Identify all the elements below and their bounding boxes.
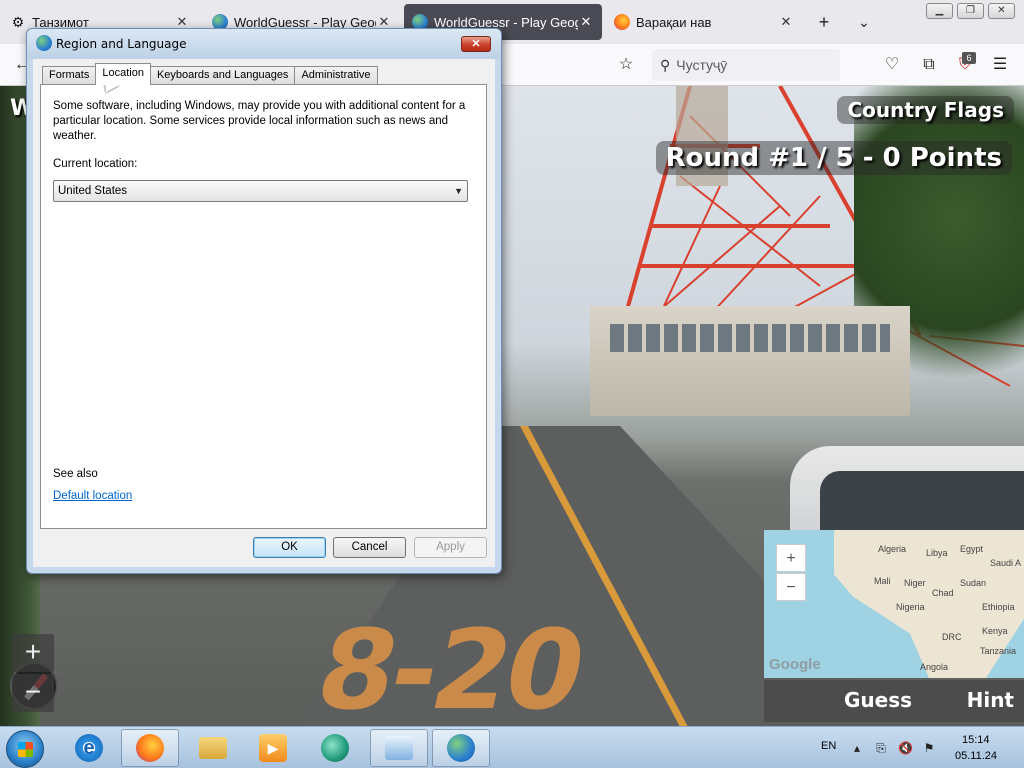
map-label: Angola [920, 662, 949, 672]
dropdown-arrow-icon: ▼ [454, 186, 463, 196]
map-label: Chad [932, 588, 954, 598]
dialog-body: Formats Location Keyboards and Languages… [33, 59, 495, 567]
map-label: Nigeria [896, 602, 925, 612]
zoom-out-button[interactable]: − [12, 674, 54, 712]
dialog-close-button[interactable]: ✕ [461, 36, 491, 52]
map-label: Tanzania [980, 646, 1017, 656]
network-icon[interactable]: ⎘ [874, 741, 888, 755]
start-button[interactable] [6, 730, 44, 768]
globe-icon [36, 35, 52, 51]
taskbar-region-language[interactable] [432, 729, 490, 767]
minimize-window-button[interactable]: ▁ [926, 3, 953, 19]
tab-formats[interactable]: Formats [42, 66, 97, 85]
tab-new-tab[interactable]: Варақаи нав ✕ [606, 4, 802, 40]
bookmark-star-icon[interactable]: ☆ [614, 53, 638, 77]
taskbar-internet-explorer[interactable]: e [60, 729, 118, 767]
action-center-flag-icon[interactable]: ⚑ [922, 741, 936, 755]
road-marking-text: 8-20 [306, 606, 593, 726]
map-zoom-in-button[interactable]: + [776, 544, 806, 572]
clock-date[interactable]: 05.11.24 [955, 750, 997, 762]
round-info: Round #1 / 5 - 0 Points [655, 141, 1012, 175]
map-zoom-out-button[interactable]: − [776, 573, 806, 601]
pocket-icon[interactable]: ♡ [880, 53, 904, 77]
close-tab-icon[interactable]: ✕ [578, 14, 594, 30]
building [590, 306, 910, 416]
map-label: Egypt [960, 544, 984, 554]
tab-location[interactable]: Location [95, 63, 151, 85]
menu-hamburger-icon[interactable]: ☰ [988, 53, 1012, 77]
current-location-value: United States [58, 185, 128, 197]
cancel-button[interactable]: Cancel [333, 537, 406, 558]
new-tab-button[interactable]: + [810, 8, 838, 36]
tab-administrative[interactable]: Administrative [294, 66, 378, 85]
see-also-label: See also [53, 468, 98, 480]
map-label: Mali [874, 576, 891, 586]
close-tab-icon[interactable]: ✕ [778, 14, 794, 30]
firefox-icon [136, 734, 164, 762]
current-location-select[interactable]: United States ▼ [53, 180, 468, 202]
clock-time[interactable]: 15:14 [962, 734, 990, 746]
search-icon: ⚲ [660, 56, 671, 73]
language-indicator[interactable]: EN [821, 740, 836, 752]
internet-explorer-icon: e [75, 734, 103, 762]
map-label: Sudan [960, 578, 987, 588]
taskbar-explorer[interactable] [184, 729, 242, 767]
default-location-link[interactable]: Default location [53, 490, 132, 502]
region-language-dialog: Region and Language ✕ Formats Location K… [26, 28, 502, 574]
dialog-title: Region and Language [56, 37, 187, 51]
map-label: Algeria [878, 544, 907, 554]
extensions-icon[interactable]: ⧉ [917, 53, 941, 77]
hint-button[interactable]: Hint [967, 688, 1014, 712]
guess-button[interactable]: Guess [844, 688, 912, 712]
extensions-count-badge: 6 [962, 52, 976, 64]
location-description: Some software, including Windows, may pr… [53, 100, 466, 142]
current-location-label: Current location: [53, 158, 138, 170]
map-label: Ethiopia [982, 602, 1015, 612]
car-window [820, 471, 1024, 531]
dialog-titlebar[interactable]: Region and Language ✕ [27, 29, 501, 59]
firefox-icon [614, 14, 630, 30]
map-label: Kenya [982, 626, 1008, 636]
map-label: Niger [904, 578, 926, 588]
gear-icon: ⚙ [11, 14, 25, 30]
tab-title: Варақаи нав [636, 14, 712, 30]
dialog-tabs: Formats Location Keyboards and Languages… [42, 63, 378, 85]
tab-keyboards-languages[interactable]: Keyboards and Languages [149, 66, 296, 85]
google-logo: Google [769, 656, 821, 673]
map-label: DRC [942, 632, 962, 642]
guess-bar: Guess Hint [764, 680, 1024, 722]
close-window-button[interactable]: ✕ [988, 3, 1015, 19]
map-label: Saudi A [990, 558, 1022, 568]
taskbar-firefox[interactable] [121, 729, 179, 767]
apply-button[interactable]: Apply [414, 537, 487, 558]
location-tab-panel: Some software, including Windows, may pr… [40, 84, 487, 529]
list-all-tabs-icon[interactable]: ⌄ [850, 8, 878, 36]
taskbar-media-player[interactable]: ▶ [244, 729, 302, 767]
ok-button[interactable]: OK [253, 537, 326, 558]
globe-icon [447, 734, 475, 762]
maximize-window-button[interactable]: ❐ [957, 3, 984, 19]
building-windows [610, 324, 890, 352]
search-input[interactable]: ⚲ Чустуҷӯ [652, 49, 840, 81]
control-panel-icon [385, 736, 413, 760]
taskbar-app[interactable] [306, 729, 364, 767]
windows-taskbar: e ▶ EN ▴ ⎘ 🔇 ⚑ 15:14 05.11.24 [0, 726, 1024, 768]
game-mode-label: Country Flags [837, 96, 1014, 124]
media-player-icon: ▶ [259, 734, 287, 762]
folder-icon [199, 737, 227, 759]
chat-app-icon [321, 734, 349, 762]
show-hidden-icons-icon[interactable]: ▴ [850, 741, 864, 755]
volume-muted-icon[interactable]: 🔇 [898, 741, 913, 755]
map-label: Libya [926, 548, 948, 558]
zoom-in-button[interactable]: + [12, 634, 54, 672]
taskbar-control-panel[interactable] [370, 729, 428, 767]
search-placeholder: Чустуҷӯ [676, 57, 728, 73]
